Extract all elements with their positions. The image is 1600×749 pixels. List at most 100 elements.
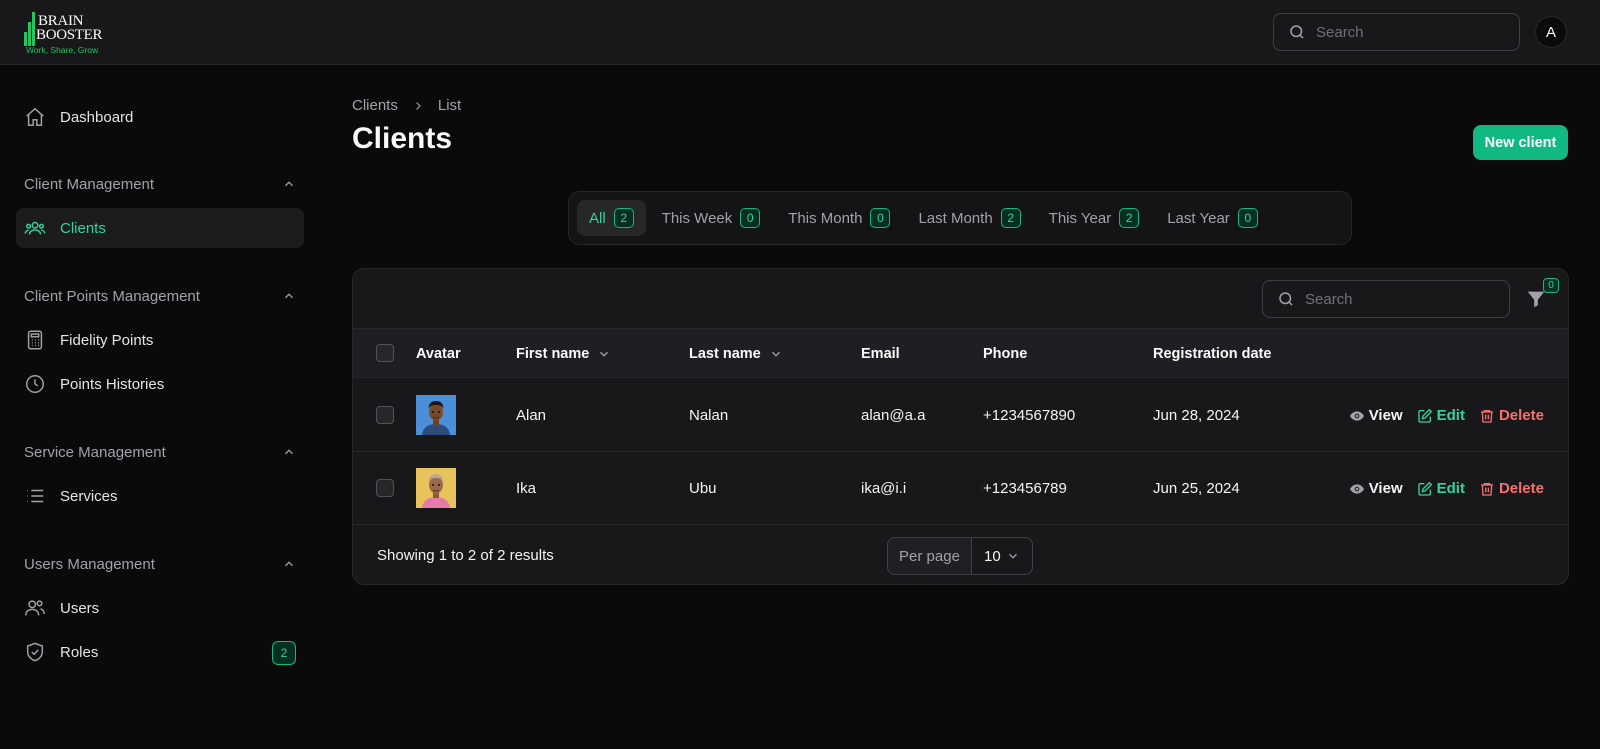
filter-count-badge: 0 [1543,278,1559,293]
users-group-icon [24,221,46,235]
row-checkbox[interactable] [376,406,394,424]
page-title: Clients [352,122,453,155]
client-avatar [416,395,456,435]
group-client-points-management[interactable]: Client Points Management [24,286,296,306]
logo-wordmark: BRAIN BOOSTER [36,13,103,43]
tab-label: Last Year [1167,209,1230,227]
sidebar-item-services[interactable]: Services [16,476,304,516]
roles-count-badge: 2 [272,641,296,665]
column-first-name[interactable]: First name [516,329,611,378]
sidebar-item-dashboard[interactable]: Dashboard [16,97,304,137]
sidebar-item-fidelity-points[interactable]: Fidelity Points [16,320,304,360]
table-row[interactable]: Ika Ubu ika@i.i +123456789 Jun 25, 2024 … [353,452,1568,525]
delete-button[interactable]: Delete [1479,480,1544,497]
cell-registration-date: Jun 25, 2024 [1153,480,1240,497]
eye-icon [1349,410,1364,421]
row-checkbox[interactable] [376,479,394,497]
table-header: Avatar First name Last name Email Phone … [353,329,1568,378]
chevron-down-icon [600,351,609,357]
table-search-input[interactable]: Search [1262,280,1510,318]
sidebar-item-label: Users [60,599,100,617]
tab-last-year[interactable]: Last Year 0 [1155,200,1270,236]
cell-phone: +123456789 [983,480,1067,497]
column-label: Last name [689,345,761,362]
tab-label: Last Month [918,209,993,227]
table-footer: Showing 1 to 2 of 2 results Per page 10 [353,525,1568,584]
calculator-icon [27,330,43,350]
chevron-up-icon [285,561,293,567]
clock-icon [26,375,44,393]
tab-count-badge: 2 [613,208,634,228]
search-icon [1279,292,1293,306]
chevron-up-icon [285,449,293,455]
sidebar-item-clients[interactable]: Clients [16,208,304,248]
column-avatar: Avatar [416,345,461,362]
table-toolbar: Search 0 [353,269,1568,329]
tab-this-week[interactable]: This Week 0 [650,200,773,236]
client-avatar [416,468,456,508]
edit-label: Edit [1436,407,1465,424]
breadcrumb-link-clients[interactable]: Clients [352,97,398,114]
tab-label: This Year [1048,209,1112,227]
users-icon [25,600,45,616]
pagination-summary: Showing 1 to 2 of 2 results [377,547,554,564]
per-page-select[interactable]: Per page 10 [887,537,1033,575]
column-label: First name [516,345,590,362]
chevron-up-icon [285,181,293,187]
tab-this-month[interactable]: This Month 0 [776,200,902,236]
view-button[interactable]: View [1349,480,1403,497]
row-actions: View Edit Delete [1335,379,1544,452]
cell-first-name: Ika [516,480,537,497]
sidebar-item-label: Fidelity Points [60,331,154,349]
per-page-value: 10 [984,547,1001,565]
sidebar-item-points-histories[interactable]: Points Histories [16,364,304,404]
edit-label: Edit [1436,480,1465,497]
group-client-management[interactable]: Client Management [24,174,296,194]
sidebar-item-users[interactable]: Users [16,588,304,628]
brand-logo[interactable]: BRAIN BOOSTER Work, Share, Grow [24,6,106,58]
trash-icon [1480,482,1493,496]
cell-email: ika@i.i [861,480,907,497]
home-icon [26,107,44,126]
cell-first-name: Alan [516,407,547,424]
edit-button[interactable]: Edit [1417,480,1465,497]
cell-last-name: Ubu [689,480,717,497]
tab-count-badge: 0 [1237,208,1258,228]
list-icon [27,489,44,503]
column-registration-date: Registration date [1153,345,1272,362]
sidebar-item-roles[interactable]: Roles 2 [16,632,304,672]
view-label: View [1368,480,1403,497]
delete-button[interactable]: Delete [1479,407,1544,424]
group-label: Service Management [24,443,166,461]
column-email: Email [861,345,900,362]
tab-last-month[interactable]: Last Month 2 [906,200,1032,236]
top-bar: BRAIN BOOSTER Work, Share, Grow Search A [0,0,1600,65]
view-label: View [1368,407,1403,424]
tab-all[interactable]: All 2 [577,200,646,236]
chevron-down-icon [771,351,780,357]
select-all-checkbox[interactable] [376,344,394,362]
new-client-button[interactable]: New client [1473,125,1568,160]
column-last-name[interactable]: Last name [689,329,783,378]
group-service-management[interactable]: Service Management [24,442,296,462]
sidebar-item-label: Clients [60,219,106,237]
per-page-dropdown[interactable]: 10 [972,538,1032,574]
global-search-input[interactable]: Search [1273,13,1520,51]
row-actions: View Edit Delete [1335,452,1544,525]
group-users-management[interactable]: Users Management [24,554,296,574]
chevron-right-icon [412,100,424,112]
delete-label: Delete [1498,480,1544,497]
tab-this-year[interactable]: This Year 2 [1037,200,1152,236]
date-filter-tabs: All 2 This Week 0 This Month 0 Last Mont… [568,191,1352,245]
user-avatar[interactable]: A [1535,16,1567,48]
clients-table-card: Search 0 Avatar First name Last name Ema… [352,268,1569,585]
tab-label: This Month [788,209,863,227]
sidebar-item-label: Services [60,487,118,505]
edit-button[interactable]: Edit [1417,407,1465,424]
per-page-label: Per page [888,538,972,574]
column-phone: Phone [983,345,1028,362]
view-button[interactable]: View [1349,407,1403,424]
tab-count-badge: 0 [740,208,761,228]
group-label: Client Management [24,175,155,193]
table-row[interactable]: Alan Nalan alan@a.a +1234567890 Jun 28, … [353,379,1568,452]
